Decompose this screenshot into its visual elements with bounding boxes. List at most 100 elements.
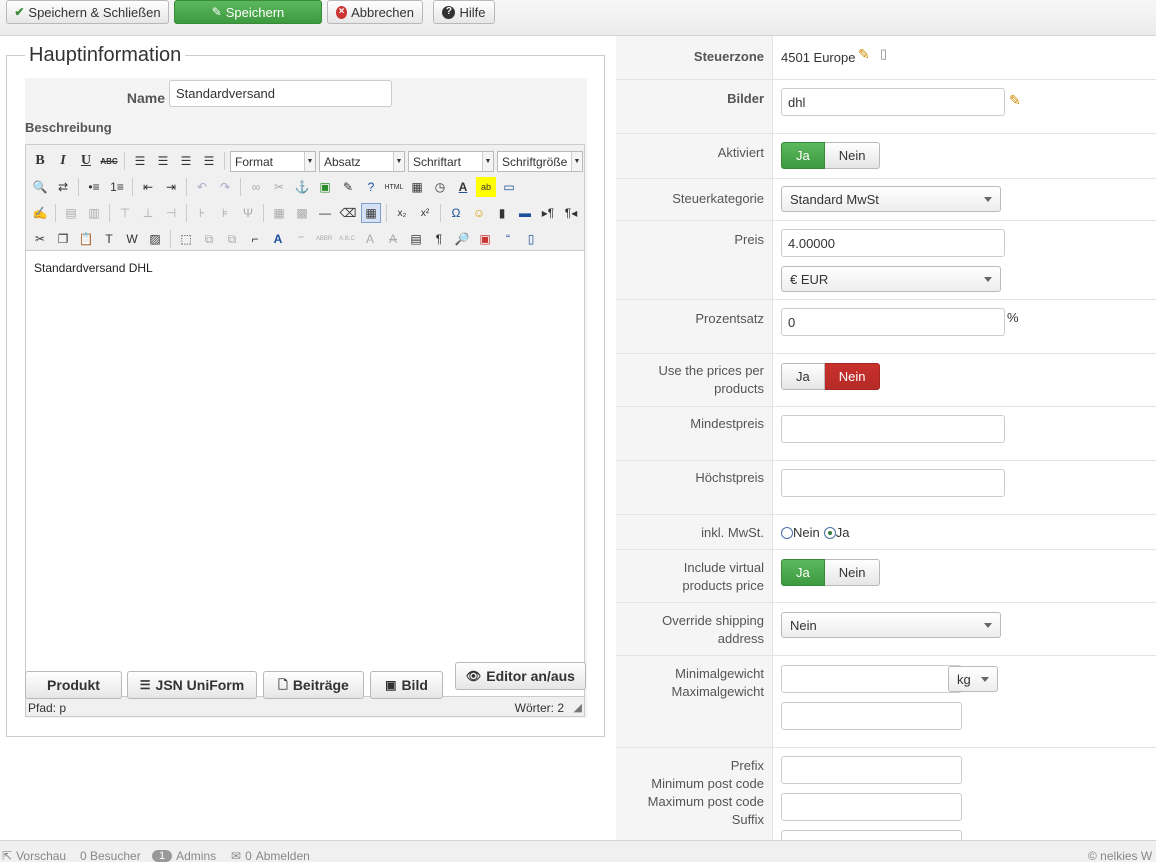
cite-icon[interactable]: “” [291, 229, 311, 249]
save-close-button[interactable]: ✔ Speichern & Schließen [6, 0, 169, 24]
images-input[interactable] [781, 88, 1005, 116]
per-product-no-button[interactable]: Nein [824, 363, 881, 390]
row-before-icon[interactable]: ⊤ [115, 203, 135, 223]
name-input[interactable] [169, 80, 392, 107]
min-price-input[interactable] [781, 415, 1005, 443]
preview-link[interactable]: ⇱ Vorschau [2, 849, 66, 863]
trash-icon[interactable]: ▯ [880, 46, 887, 62]
outdent-icon[interactable]: ⇤ [138, 177, 158, 197]
paragraph-icon[interactable]: ¶ [429, 229, 449, 249]
nonbreaking-icon[interactable]: ▣ [475, 229, 495, 249]
text-color-icon[interactable]: A [453, 177, 473, 197]
move-backward-icon[interactable]: ⧉ [199, 229, 219, 249]
preview-icon[interactable]: 🔎 [452, 229, 472, 249]
incl-vat-no-radio[interactable] [781, 526, 793, 539]
help-editor-icon[interactable]: ? [361, 177, 381, 197]
help-button[interactable]: ? Hilfe [433, 0, 495, 24]
paste-word-icon[interactable]: W [122, 229, 142, 249]
subscript-icon[interactable]: x₂ [392, 203, 412, 223]
product-button[interactable]: Produkt [25, 671, 122, 699]
hr-icon[interactable]: ▬ [515, 203, 535, 223]
cut-icon[interactable]: ✂ [30, 229, 50, 249]
insert-layer-icon[interactable]: ▤ [61, 203, 81, 223]
attributes-icon[interactable]: ▤ [406, 229, 426, 249]
split-cells-icon[interactable]: ▦ [269, 203, 289, 223]
active-yes-button[interactable]: Ja [781, 142, 825, 169]
replace-icon[interactable]: ⇄ [53, 177, 73, 197]
undo-icon[interactable]: ↶ [192, 177, 212, 197]
editor-toggle-button[interactable]: 👁 Editor an/aus [455, 662, 586, 690]
indent-icon[interactable]: ⇥ [161, 177, 181, 197]
blockquote-icon[interactable]: “ [498, 229, 518, 249]
merge-cells-icon[interactable]: ▩ [292, 203, 312, 223]
visual-aid-icon[interactable]: ⌐ [245, 229, 265, 249]
template-icon[interactable]: ▯ [521, 229, 541, 249]
paste-text-icon[interactable]: T [99, 229, 119, 249]
align-justify-icon[interactable]: ☰ [199, 151, 219, 171]
html-icon[interactable]: HTML [384, 177, 404, 197]
insert-date-icon[interactable]: ▦ [407, 177, 427, 197]
rtl-icon[interactable]: ¶◂ [561, 203, 581, 223]
absolute-icon[interactable]: ⧉ [222, 229, 242, 249]
price-input[interactable] [781, 229, 1005, 257]
currency-select[interactable]: € EUR [781, 266, 1001, 292]
ltr-icon[interactable]: ▸¶ [538, 203, 558, 223]
editor-content[interactable]: Standardversand DHL [34, 261, 153, 275]
bullet-list-icon[interactable]: •≡ [84, 177, 104, 197]
col-before-icon[interactable]: ⊦ [192, 203, 212, 223]
image-button[interactable]: ▣ Bild [370, 671, 443, 699]
copy-icon[interactable]: ❐ [53, 229, 73, 249]
edit-css-icon[interactable]: ✍ [30, 203, 50, 223]
delete-icon[interactable]: A [383, 229, 403, 249]
format-select[interactable]: Format ▼ [230, 150, 316, 172]
col-after-icon[interactable]: ⊧ [215, 203, 235, 223]
delete-row-icon[interactable]: ⊣ [161, 203, 181, 223]
redo-icon[interactable]: ↷ [215, 177, 235, 197]
insert-icon[interactable]: A [360, 229, 380, 249]
underline-icon[interactable]: U [76, 151, 96, 171]
max-weight-input[interactable] [781, 702, 962, 730]
weight-unit-select[interactable]: kg [948, 666, 998, 692]
strikethrough-icon[interactable]: ABC [99, 151, 119, 171]
unlink-icon[interactable]: ✂ [269, 177, 289, 197]
emoticon-icon[interactable]: ☺ [469, 203, 489, 223]
select-all-icon[interactable]: ▨ [145, 229, 165, 249]
media-icon[interactable]: ▮ [492, 203, 512, 223]
eraser-icon[interactable]: ⌫ [338, 203, 358, 223]
include-virtual-no-button[interactable]: Nein [824, 559, 881, 586]
abbr-icon[interactable]: ABBR [314, 229, 334, 249]
horizontal-rule-icon[interactable]: — [315, 203, 335, 223]
find-icon[interactable]: 🔍 [30, 177, 50, 197]
table-icon[interactable]: ▦ [361, 203, 381, 223]
numbered-list-icon[interactable]: 1≡ [107, 177, 127, 197]
resize-handle-icon[interactable]: ◢ [574, 701, 582, 714]
highlight-color-icon[interactable]: ab [476, 177, 496, 197]
italic-icon[interactable]: I [53, 151, 73, 171]
per-product-yes-button[interactable]: Ja [781, 363, 825, 390]
insert-block-icon[interactable]: ⬚ [176, 229, 196, 249]
special-char-icon[interactable]: Ω [446, 203, 466, 223]
active-no-button[interactable]: Nein [824, 142, 881, 169]
max-price-input[interactable] [781, 469, 1005, 497]
anchor-icon[interactable]: ⚓ [292, 177, 312, 197]
posts-button[interactable]: 🗋 Beiträge [263, 671, 364, 699]
prefix-input[interactable] [781, 756, 962, 784]
edit-icon[interactable]: ✎ [858, 46, 870, 63]
cancel-button[interactable]: × Abbrechen [327, 0, 423, 24]
align-center-icon[interactable]: ☰ [153, 151, 173, 171]
min-weight-input[interactable] [781, 665, 962, 693]
cleanup-icon[interactable]: ✎ [338, 177, 358, 197]
percentage-input[interactable] [781, 308, 1005, 336]
logout-link[interactable]: ✉ 0 Abmelden [231, 849, 310, 863]
save-button[interactable]: ✎ Speichern [174, 0, 322, 24]
tax-category-select[interactable]: Standard MwSt [781, 186, 1001, 212]
bold-icon[interactable]: B [30, 151, 50, 171]
superscript-icon[interactable]: x² [415, 203, 435, 223]
font-select[interactable]: Schriftart ▼ [408, 150, 494, 172]
acronym-icon[interactable]: A.B.C [337, 229, 357, 249]
align-left-icon[interactable]: ☰ [130, 151, 150, 171]
edit-image-icon[interactable]: ✎ [1009, 92, 1021, 109]
fontsize-select[interactable]: Schriftgröße ▼ [497, 150, 583, 172]
insert-time-icon[interactable]: ◷ [430, 177, 450, 197]
jsn-uniform-button[interactable]: ☰ JSN UniForm [127, 671, 257, 699]
